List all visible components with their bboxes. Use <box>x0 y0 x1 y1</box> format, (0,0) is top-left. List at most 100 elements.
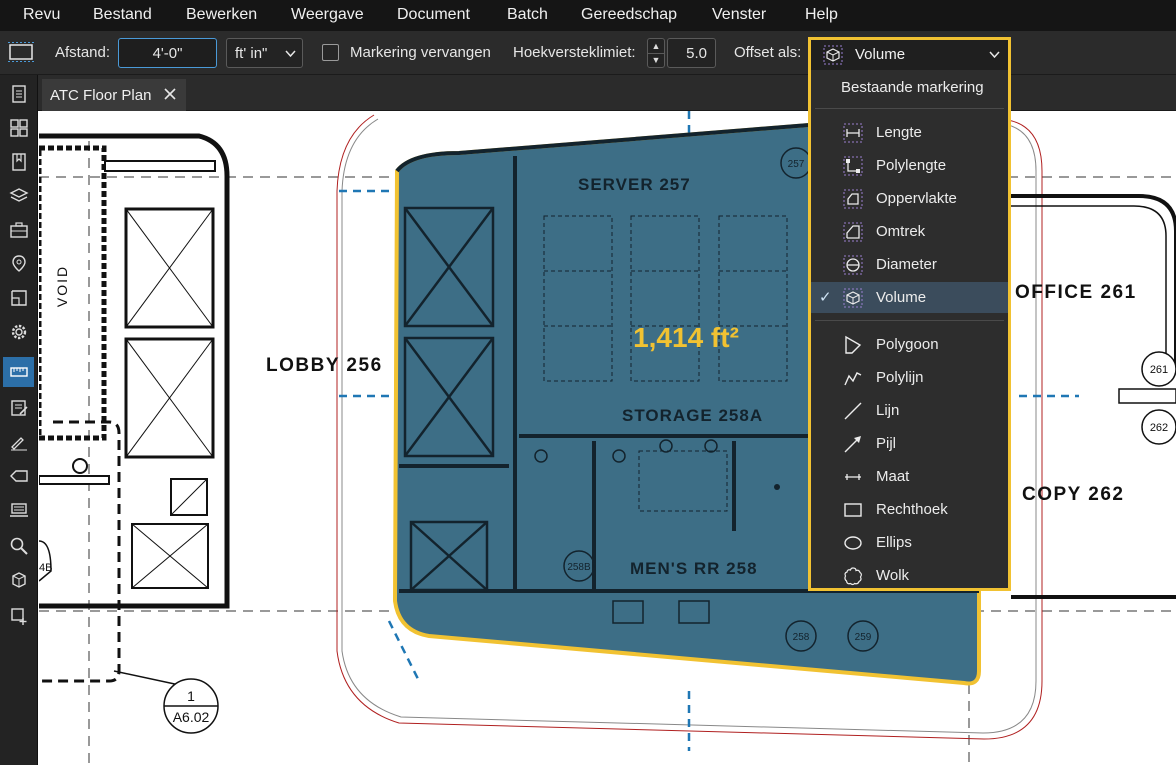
signatures-icon[interactable] <box>3 427 34 457</box>
option-label: Lengte <box>876 124 922 141</box>
tag-262: 262 <box>1150 422 1168 434</box>
option-polylengte[interactable]: Polylengte <box>811 150 1008 181</box>
corner-limit-field[interactable]: 5.0 <box>667 38 716 68</box>
toolchest-icon[interactable] <box>3 215 34 245</box>
area-measurement-label[interactable]: 1,414 ft² <box>633 322 739 353</box>
option-diameter[interactable]: Diameter <box>811 249 1008 280</box>
option-oppervlakte[interactable]: Oppervlakte <box>811 183 1008 214</box>
tag-259: 259 <box>855 632 872 643</box>
search-icon[interactable] <box>3 531 34 561</box>
option-polylijn[interactable]: Polylijn <box>811 362 1008 393</box>
menu-document[interactable]: Document <box>397 6 470 24</box>
menu-venster[interactable]: Venster <box>712 6 766 24</box>
option-label: Lijn <box>876 402 900 419</box>
properties-icon[interactable] <box>3 79 34 109</box>
distance-field[interactable]: 4'-0" <box>118 38 217 68</box>
option-label: Ellips <box>876 534 912 551</box>
menu-help[interactable]: Help <box>805 6 838 24</box>
diameter-icon <box>843 255 863 275</box>
measurements-icon[interactable] <box>3 357 34 387</box>
option-label: Polylijn <box>876 369 924 386</box>
spaces-icon[interactable] <box>3 283 34 313</box>
menu-gereedschap[interactable]: Gereedschap <box>581 6 677 24</box>
checkmark-icon: ✓ <box>819 289 832 306</box>
copy-label: COPY 262 <box>1022 484 1124 505</box>
menu-bar: Revu Bestand Bewerken Weergave Document … <box>0 0 1176 31</box>
menu-bewerken[interactable]: Bewerken <box>186 6 257 24</box>
existing-markup-option[interactable]: Bestaande markering <box>811 72 1008 103</box>
option-label: Oppervlakte <box>876 190 957 207</box>
offset-as-value: Volume <box>855 46 906 63</box>
polyline-icon <box>844 372 862 386</box>
stepper-down-icon[interactable]: ▼ <box>648 54 664 68</box>
corner-limit-label: Hoekversteklimiet: <box>513 44 636 61</box>
option-lengte[interactable]: Lengte <box>811 117 1008 148</box>
ellipse-icon <box>844 536 862 550</box>
option-label: Omtrek <box>876 223 926 240</box>
volume-icon <box>823 45 843 65</box>
menu-weergave[interactable]: Weergave <box>291 6 364 24</box>
section-number: 1 <box>187 688 195 704</box>
option-maat[interactable]: Maat <box>811 461 1008 492</box>
polylength-icon <box>843 156 863 176</box>
server-label: SERVER 257 <box>578 175 691 194</box>
chevron-down-icon <box>285 50 296 57</box>
3d-object-icon[interactable] <box>3 565 34 595</box>
dimension-icon <box>845 474 861 480</box>
thumbnails-icon[interactable] <box>3 113 34 143</box>
option-label: Wolk <box>876 567 910 584</box>
storage-label: STORAGE 258A <box>622 406 763 425</box>
option-volume[interactable]: ✓ Volume <box>811 282 1008 313</box>
replace-markup-label: Markering vervangen <box>350 44 491 61</box>
tab-title: ATC Floor Plan <box>50 86 152 104</box>
length-icon <box>843 123 863 143</box>
menu-bestand[interactable]: Bestand <box>93 6 152 24</box>
option-label: Diameter <box>876 256 937 273</box>
section-sheet: A6.02 <box>173 709 210 725</box>
option-label: Polylengte <box>876 157 947 174</box>
places-icon[interactable] <box>3 249 34 279</box>
stepper-up-icon[interactable]: ▲ <box>648 39 664 54</box>
option-pijl[interactable]: Pijl <box>811 428 1008 459</box>
option-label: Rechthoek <box>876 501 948 518</box>
mens-restroom-label: MEN'S RR 258 <box>630 559 758 578</box>
lobby-label: LOBBY 256 <box>266 355 383 376</box>
tab-atc-floor-plan[interactable]: ATC Floor Plan <box>42 79 186 111</box>
tag-257: 257 <box>788 159 805 170</box>
layers-icon[interactable] <box>3 181 34 211</box>
tag-261: 261 <box>1150 364 1168 376</box>
add-panel-icon[interactable] <box>3 601 34 631</box>
offset-as-label: Offset als: <box>734 44 802 61</box>
unit-select[interactable]: ft' in" <box>226 38 303 68</box>
markups-list-icon[interactable] <box>3 393 34 423</box>
offset-tool-icon[interactable] <box>8 41 34 63</box>
menu-revu[interactable]: Revu <box>23 6 60 24</box>
left-toolbar <box>0 75 38 765</box>
corner-limit-stepper[interactable]: ▲ ▼ <box>647 38 665 68</box>
offset-as-select[interactable]: Volume <box>811 40 1008 70</box>
studio-icon[interactable] <box>3 495 34 525</box>
option-omtrek[interactable]: Omtrek <box>811 216 1008 247</box>
bookmarks-icon[interactable] <box>3 147 34 177</box>
replace-markup-checkbox[interactable] <box>322 44 339 61</box>
close-icon[interactable] <box>162 86 178 102</box>
existing-markup-label: Bestaande markering <box>841 79 984 96</box>
chevron-down-icon <box>989 51 1000 58</box>
cloud-icon <box>844 567 862 586</box>
tag-icon[interactable] <box>3 461 34 491</box>
option-label: Pijl <box>876 435 897 452</box>
option-wolk[interactable]: Wolk <box>811 560 1008 591</box>
menu-batch[interactable]: Batch <box>507 6 548 24</box>
offset-as-dropdown[interactable]: Volume Bestaande markering Lengte Polyle… <box>808 37 1011 591</box>
option-label: Maat <box>876 468 910 485</box>
option-ellips[interactable]: Ellips <box>811 527 1008 558</box>
option-rechthoek[interactable]: Rechthoek <box>811 494 1008 525</box>
volume-icon <box>843 288 863 308</box>
settings-gear-icon[interactable] <box>3 317 34 347</box>
option-label: Polygoon <box>876 336 939 353</box>
option-lijn[interactable]: Lijn <box>811 395 1008 426</box>
arrow-icon <box>844 436 861 453</box>
distance-label: Afstand: <box>55 44 111 61</box>
tag-4b-label: 4B <box>39 562 52 574</box>
option-polygoon[interactable]: Polygoon <box>811 329 1008 360</box>
